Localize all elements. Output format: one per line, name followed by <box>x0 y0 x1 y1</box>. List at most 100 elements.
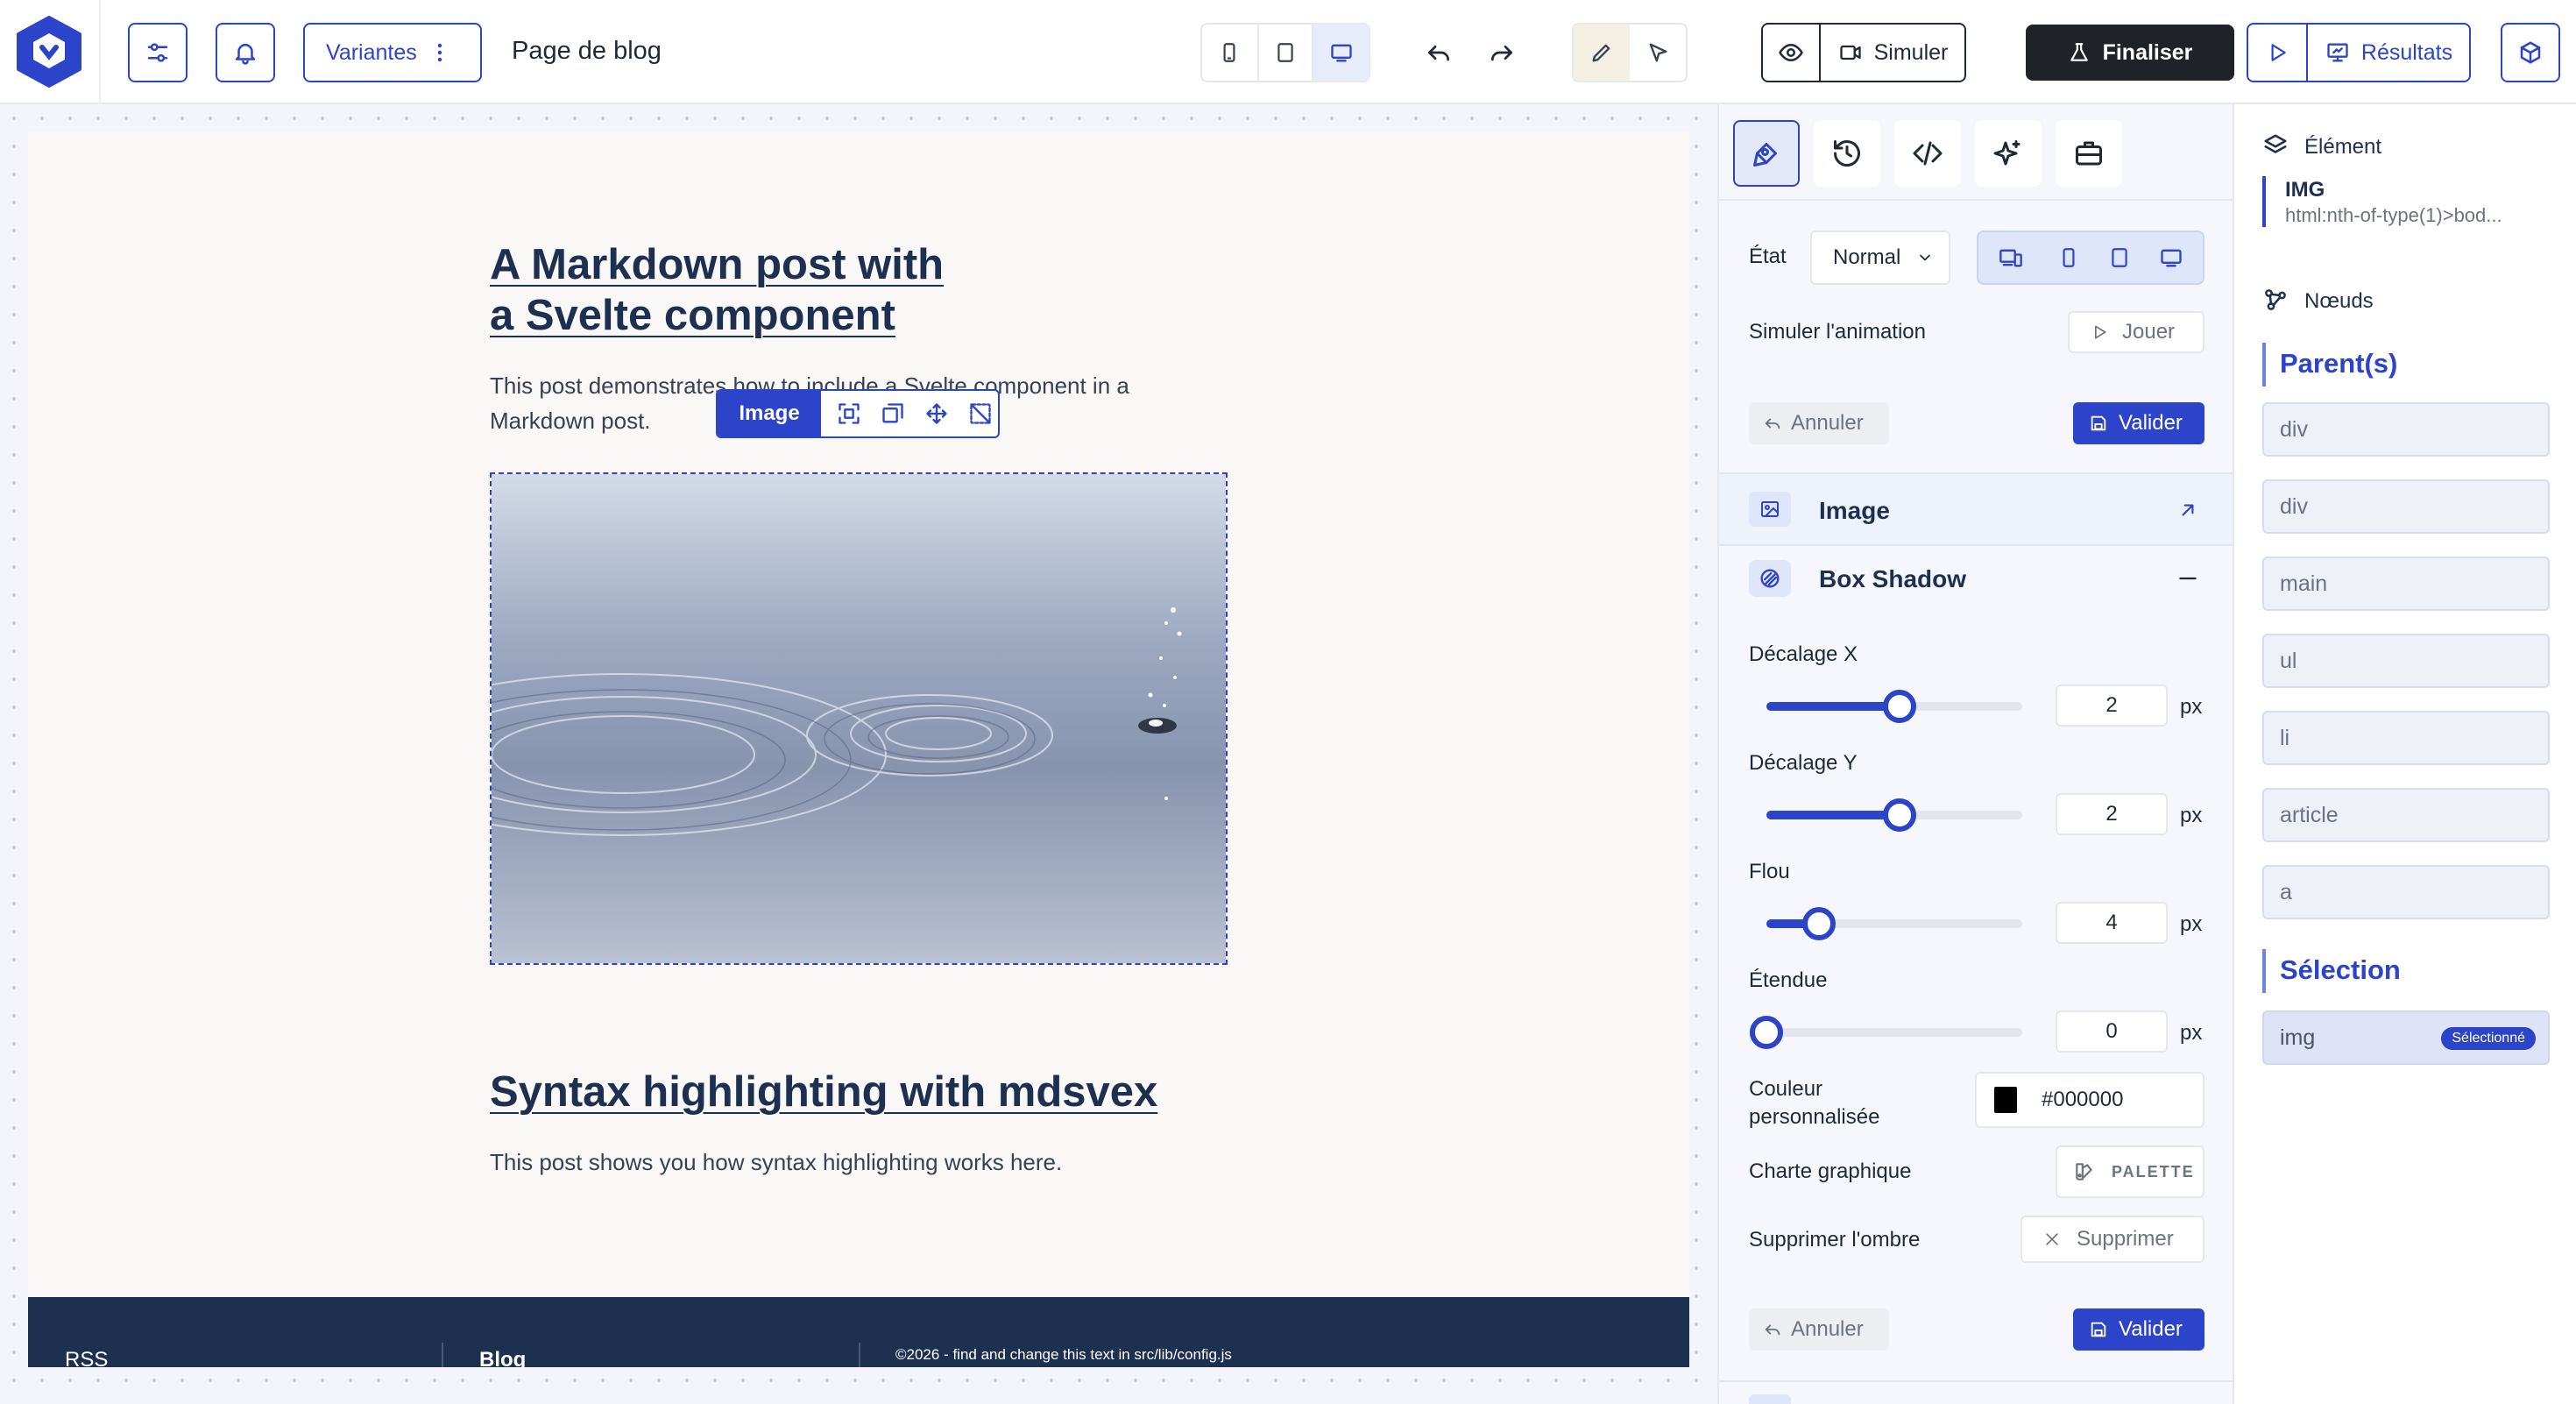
parent-node-li[interactable]: li <box>2262 711 2550 765</box>
palette-label: PALETTE <box>2112 1162 2195 1181</box>
edit-mode-button[interactable] <box>1574 25 1630 81</box>
external-link-icon[interactable] <box>2176 499 2199 521</box>
finalize-button[interactable]: Finaliser <box>2026 25 2234 81</box>
brand-label: Charte graphique <box>1749 1159 1912 1183</box>
post-title-2[interactable]: Syntax highlighting with mdsvex <box>490 1067 1157 1117</box>
selected-image[interactable] <box>490 472 1228 965</box>
mobile-breakpoint-button[interactable] <box>2043 232 2094 283</box>
offset-x-input[interactable]: 2 <box>2056 684 2168 727</box>
logo-divider <box>99 0 101 104</box>
offset-y-slider[interactable] <box>1766 798 2022 832</box>
remove-image-icon[interactable] <box>968 401 993 426</box>
post-title-line-1[interactable]: A Markdown post with <box>490 240 944 289</box>
package-button[interactable] <box>2501 23 2560 82</box>
settings-button[interactable] <box>128 23 188 82</box>
blur-slider[interactable] <box>1766 907 2022 940</box>
desktop-icon <box>1331 44 1352 62</box>
blur-input[interactable]: 4 <box>2056 902 2168 944</box>
state-value: Normal <box>1833 245 1901 269</box>
play-animation-button[interactable]: Jouer <box>2068 311 2204 353</box>
pen-tool-icon <box>1753 143 1777 167</box>
tablet-view-button[interactable] <box>1256 25 1313 81</box>
parent-node-a[interactable]: a <box>2262 865 2550 919</box>
panel-tabs-divider <box>1719 199 2234 201</box>
redo-button[interactable] <box>1476 32 1528 74</box>
cancel-state-button[interactable]: Annuler <box>1749 402 1889 444</box>
all-devices-button[interactable] <box>1978 232 2043 283</box>
tablet-breakpoint-button[interactable] <box>2094 232 2145 283</box>
image-toolbar-label: Image <box>718 391 821 436</box>
offset-x-label: Décalage X <box>1749 642 1858 666</box>
offset-y-input[interactable]: 2 <box>2056 793 2168 835</box>
selected-node-img[interactable]: img Sélectionné <box>2262 1010 2550 1065</box>
element-label: Élément <box>2304 135 2382 159</box>
parent-node-ul[interactable]: ul <box>2262 634 2550 688</box>
spread-knob[interactable] <box>1750 1016 1783 1049</box>
footer-rss-link[interactable]: RSS <box>65 1348 108 1367</box>
parents-heading: Parent(s) <box>2280 348 2398 379</box>
collapse-icon[interactable] <box>2176 567 2199 590</box>
move-icon[interactable] <box>924 401 949 426</box>
offset-x-knob[interactable] <box>1883 690 1916 723</box>
parents-accent-bar <box>2262 343 2266 386</box>
validate-state-button[interactable]: Valider <box>2073 402 2204 444</box>
tab-history[interactable] <box>1814 120 1880 187</box>
mobile-icon <box>2063 248 2075 267</box>
replace-image-icon[interactable] <box>881 401 905 426</box>
simulate-button[interactable]: Simuler <box>1819 25 1964 81</box>
blur-knob[interactable] <box>1802 907 1836 940</box>
chevron-down-icon <box>1920 254 1931 261</box>
offset-x-slider[interactable] <box>1766 690 2022 723</box>
tab-toolbox[interactable] <box>2056 120 2122 187</box>
spread-input[interactable]: 0 <box>2056 1010 2168 1053</box>
tab-design[interactable] <box>1733 120 1800 187</box>
state-select[interactable]: Normal <box>1810 230 1950 285</box>
inspector-panel: Élément IMG html:nth-of-type(1)>bod... N… <box>2233 104 2576 1404</box>
selection-heading: Sélection <box>2280 954 2401 985</box>
tablet-icon <box>2112 248 2127 267</box>
tab-ai[interactable] <box>1975 120 2042 187</box>
tab-code[interactable] <box>1894 120 1961 187</box>
results-label: Résultats <box>2360 39 2453 65</box>
undo-icon <box>1765 418 1780 429</box>
variants-button[interactable]: Variantes <box>303 23 482 82</box>
preview-group: Simuler <box>1761 23 1966 82</box>
select-mode-button[interactable] <box>1630 25 1686 81</box>
results-button[interactable]: Résultats <box>2306 25 2469 81</box>
undo-button[interactable] <box>1412 32 1465 74</box>
nodes-icon <box>2265 289 2286 310</box>
color-swatch[interactable] <box>1994 1087 2017 1113</box>
preview-button[interactable] <box>1763 25 1819 81</box>
parent-node-div-2[interactable]: div <box>2262 479 2550 534</box>
footer-divider-2 <box>859 1343 860 1367</box>
notifications-button[interactable] <box>216 23 275 82</box>
parent-node-main[interactable]: main <box>2262 557 2550 611</box>
validate-shadow-button[interactable]: Valider <box>2073 1308 2204 1351</box>
offset-y-knob[interactable] <box>1883 798 1916 832</box>
parent-node-article[interactable]: article <box>2262 788 2550 842</box>
state-label: État <box>1749 245 1787 268</box>
cancel-shadow-button[interactable]: Annuler <box>1749 1308 1889 1351</box>
spread-slider[interactable] <box>1750 1016 2022 1049</box>
crop-frame-icon[interactable] <box>837 401 861 426</box>
app-logo[interactable] <box>16 16 82 88</box>
palette-button[interactable]: PALETTE <box>2056 1145 2204 1198</box>
play-label: Jouer <box>2122 320 2176 344</box>
more-vertical-icon <box>437 43 442 62</box>
desktop-breakpoint-button[interactable] <box>2145 232 2197 283</box>
box-shadow-section-header[interactable]: Box Shadow <box>1719 546 2234 613</box>
remove-shadow-button[interactable]: Supprimer <box>2020 1216 2204 1263</box>
simulate-animation-label: Simuler l'animation <box>1749 320 1926 344</box>
save-icon <box>2091 415 2106 431</box>
desktop-view-button[interactable] <box>1312 25 1369 81</box>
cursor-icon <box>1649 43 1667 62</box>
post-title-line-2[interactable]: a Svelte component <box>490 291 895 340</box>
mobile-view-button[interactable] <box>1202 25 1257 81</box>
sparkles-icon <box>1993 140 2020 166</box>
run-button[interactable] <box>2248 25 2306 81</box>
image-section-header[interactable]: Image <box>1719 474 2234 544</box>
next-section-stub <box>1749 1394 1791 1404</box>
image-section-icon-box <box>1749 492 1791 527</box>
parent-node-div[interactable]: div <box>2262 402 2550 457</box>
color-input[interactable]: #000000 <box>1975 1072 2204 1128</box>
